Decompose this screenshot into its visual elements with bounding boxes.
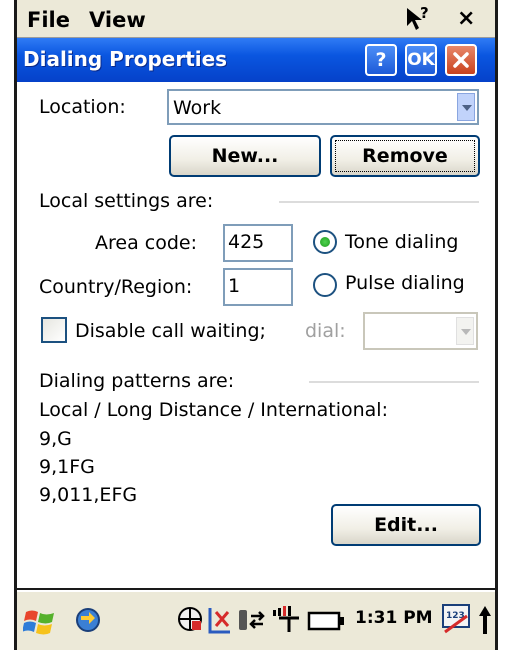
- help-pointer-icon[interactable]: ?: [403, 4, 433, 34]
- menu-bar: File View ? ×: [17, 0, 495, 38]
- phone-connection-icon[interactable]: [237, 604, 267, 636]
- dial-select[interactable]: [363, 312, 478, 350]
- close-icon[interactable]: ×: [457, 6, 475, 31]
- taskbar-divider: [17, 588, 495, 590]
- pattern-international: 9,011,EFG: [39, 484, 138, 506]
- start-windows-icon[interactable]: [23, 604, 57, 638]
- taskbar: 1:31 PM 123: [17, 588, 495, 650]
- tone-dialing-radio[interactable]: [313, 230, 337, 254]
- close-icon: [453, 52, 469, 68]
- ok-button[interactable]: OK: [405, 44, 437, 76]
- chevron-down-icon[interactable]: [457, 93, 475, 121]
- country-region-label: Country/Region:: [39, 276, 193, 298]
- location-select[interactable]: Work: [167, 89, 479, 125]
- pulse-dialing-label[interactable]: Pulse dialing: [345, 272, 465, 294]
- device-screen: File View ? × Dialing Properties ? OK Lo…: [14, 0, 498, 650]
- remove-location-button[interactable]: Remove: [330, 135, 480, 177]
- chevron-down-icon: [456, 317, 474, 345]
- country-region-input[interactable]: 1: [223, 268, 293, 306]
- area-code-input[interactable]: 425: [223, 224, 293, 262]
- area-code-label: Area code:: [95, 232, 197, 254]
- battery-icon[interactable]: [307, 604, 347, 636]
- help-button[interactable]: ?: [365, 44, 397, 76]
- svg-text:?: ?: [420, 4, 429, 22]
- no-connection-icon[interactable]: [207, 604, 233, 636]
- dialog-title-bar: Dialing Properties ? OK: [17, 38, 495, 82]
- local-settings-label: Local settings are:: [39, 190, 214, 212]
- disable-call-waiting-label[interactable]: Disable call waiting;: [75, 320, 266, 342]
- edit-patterns-button[interactable]: Edit...: [331, 504, 481, 546]
- dial-label: dial:: [305, 320, 346, 342]
- menu-view[interactable]: View: [89, 8, 146, 32]
- dialog-title: Dialing Properties: [23, 47, 228, 71]
- signal-strength-icon[interactable]: [271, 604, 305, 636]
- clock-time[interactable]: 1:31 PM: [355, 608, 433, 628]
- arrow-up-icon[interactable]: [477, 604, 493, 638]
- patterns-header: Local / Long Distance / International:: [39, 399, 388, 421]
- section-divider: [279, 201, 479, 203]
- tone-dialing-label[interactable]: Tone dialing: [345, 231, 458, 253]
- location-value: Work: [173, 97, 222, 119]
- menu-file[interactable]: File: [27, 8, 70, 32]
- close-button[interactable]: [445, 44, 477, 76]
- location-label: Location:: [39, 96, 126, 118]
- pulse-dialing-radio[interactable]: [313, 273, 337, 297]
- section-divider: [309, 381, 479, 383]
- new-location-button[interactable]: New...: [169, 135, 321, 177]
- disable-call-waiting-checkbox[interactable]: [41, 317, 67, 343]
- keyboard-input-icon[interactable]: 123: [441, 602, 473, 636]
- pattern-local: 9,G: [39, 428, 72, 450]
- network-icon[interactable]: [175, 604, 205, 634]
- sync-icon[interactable]: [73, 604, 103, 636]
- dialing-patterns-label: Dialing patterns are:: [39, 370, 235, 392]
- pattern-long-distance: 9,1FG: [39, 456, 95, 478]
